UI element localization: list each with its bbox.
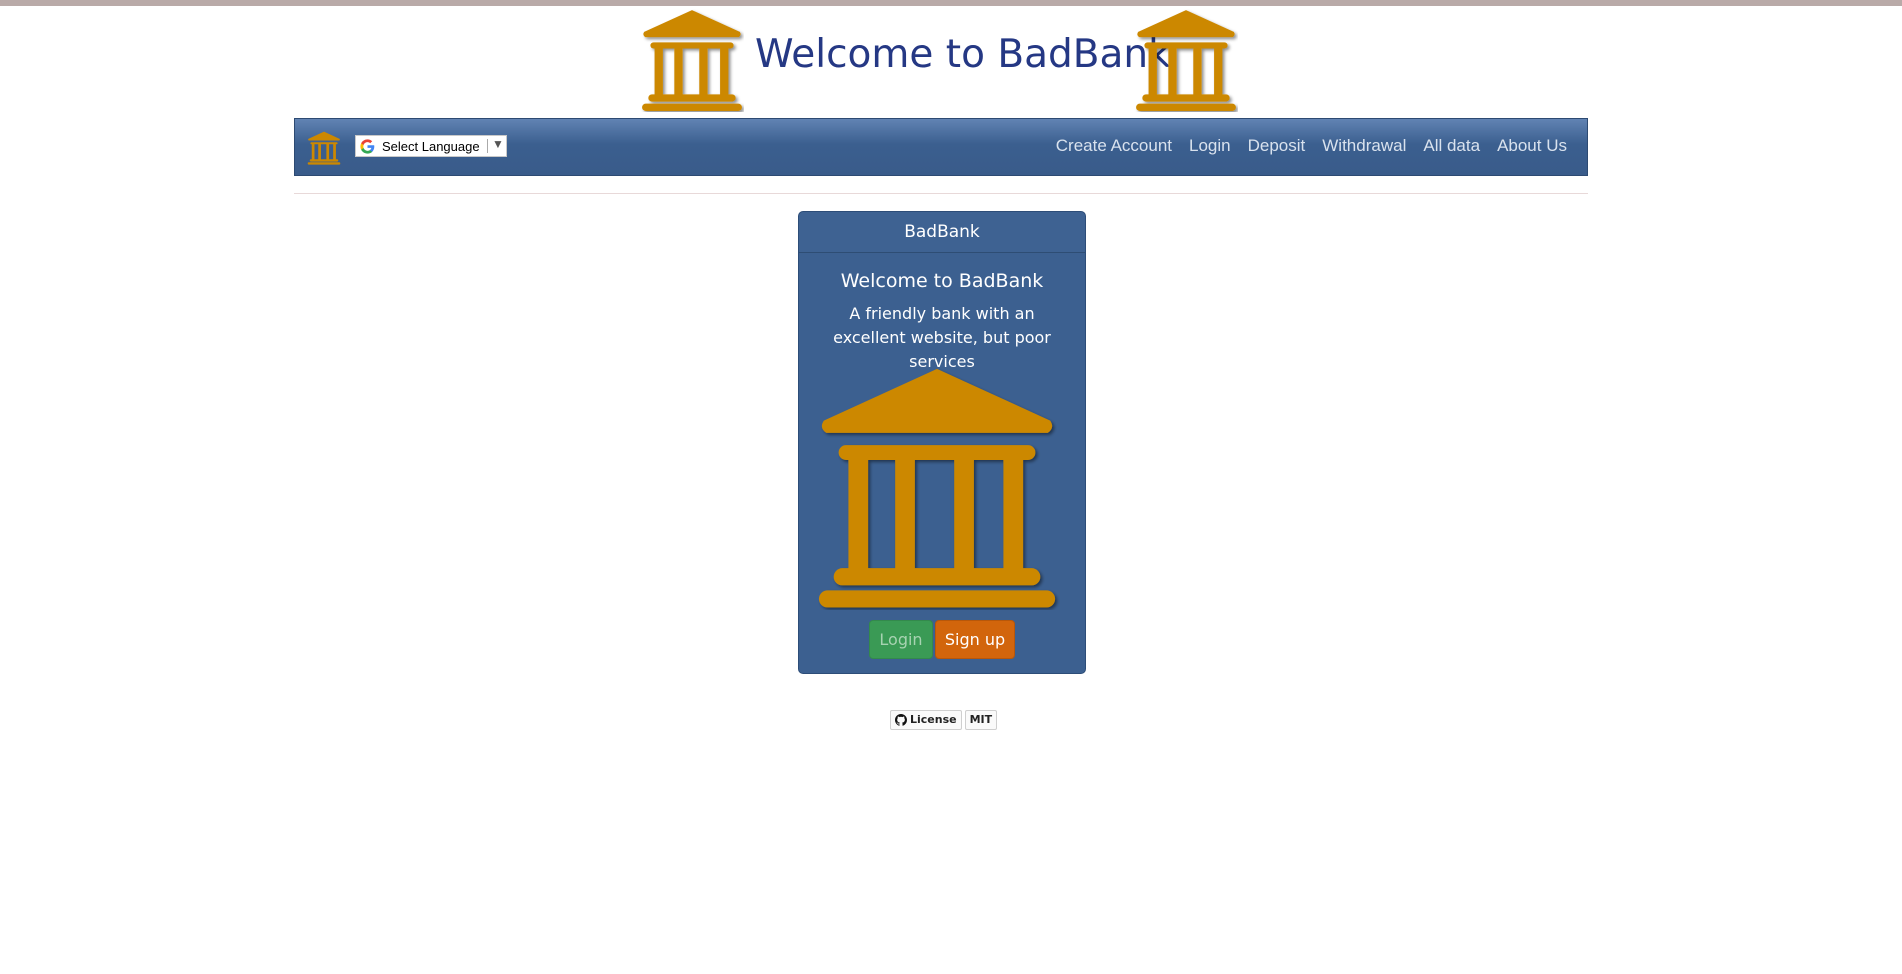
license-badge-value: MIT: [964, 710, 998, 730]
license-badge-left: License: [890, 710, 962, 730]
nav-links: Create Account Login Deposit Withdrawal …: [1056, 136, 1567, 156]
signup-button[interactable]: Sign up: [935, 620, 1015, 659]
nav-create-account[interactable]: Create Account: [1056, 136, 1172, 156]
page-header: Welcome to BadBank: [0, 6, 1902, 110]
nav-all-data[interactable]: All data: [1423, 136, 1480, 156]
divider: [294, 193, 1588, 194]
language-select-label: Select Language: [382, 139, 480, 154]
bank-icon: [1134, 8, 1238, 112]
navbar: Select Language ▼ Create Account Login D…: [294, 118, 1588, 176]
dropdown-arrow-icon: ▼: [492, 137, 504, 151]
nav-withdrawal[interactable]: Withdrawal: [1322, 136, 1406, 156]
language-select[interactable]: Select Language ▼: [355, 135, 507, 157]
page-title: Welcome to BadBank: [755, 32, 1171, 77]
google-icon: [360, 139, 375, 154]
nav-about-us[interactable]: About Us: [1497, 136, 1567, 156]
card-header: BadBank: [799, 212, 1085, 253]
bank-icon[interactable]: [307, 131, 341, 165]
github-icon: [895, 714, 907, 726]
nav-login[interactable]: Login: [1189, 136, 1231, 156]
license-badge-label: License: [910, 713, 957, 726]
card-actions: Login Sign up: [869, 620, 1015, 659]
nav-deposit[interactable]: Deposit: [1248, 136, 1306, 156]
card-title: Welcome to BadBank: [840, 270, 1044, 292]
welcome-card: BadBank Welcome to BadBank A friendly ba…: [798, 211, 1086, 674]
divider: [487, 139, 488, 153]
bank-icon: [640, 8, 744, 112]
license-badge[interactable]: License MIT: [890, 710, 998, 730]
login-button[interactable]: Login: [869, 620, 933, 659]
bank-icon: [814, 364, 1060, 610]
